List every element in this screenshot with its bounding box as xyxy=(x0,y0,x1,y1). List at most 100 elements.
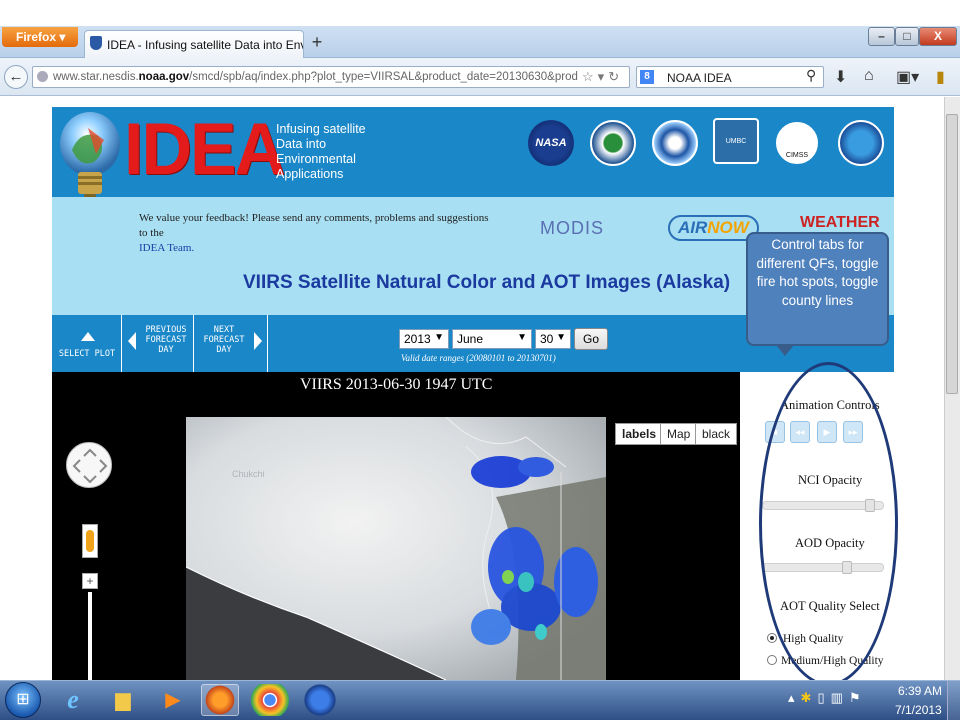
airnow-logo-now: NOW xyxy=(707,218,749,237)
next-label-line: DAY xyxy=(216,345,232,355)
maximize-button[interactable]: □ xyxy=(895,27,919,46)
back-arrow-icon: ← xyxy=(8,68,24,85)
go-button[interactable]: Go xyxy=(574,328,608,350)
show-desktop-button[interactable] xyxy=(947,681,960,720)
firefox-taskbar-icon[interactable] xyxy=(201,684,239,716)
black-toggle[interactable]: black xyxy=(695,423,738,445)
tray-arrow-icon[interactable]: ▴ xyxy=(788,690,801,705)
back-button[interactable]: ← xyxy=(4,65,28,89)
previous-forecast-day-button[interactable]: PREVIOUS FORECAST DAY xyxy=(122,315,194,372)
search-text: NOAA IDEA xyxy=(667,71,732,85)
noaa-logo-icon[interactable] xyxy=(652,120,698,166)
media-player-icon[interactable]: ▶ xyxy=(154,684,192,716)
dropdown-arrow-icon: ▼ xyxy=(517,332,527,343)
url-host-prefix: www.star.nesdis. xyxy=(53,71,139,83)
day-select[interactable]: 30 ▼ xyxy=(535,329,571,349)
airnow-logo[interactable]: AIRNOW xyxy=(668,215,759,241)
search-icon[interactable]: ⚲ xyxy=(806,67,816,84)
tab-idea[interactable]: IDEA - Infusing satellite Data into Envi… xyxy=(84,30,304,58)
medium-high-quality-radio[interactable] xyxy=(767,655,777,665)
umbc-logo-icon[interactable]: UMBC xyxy=(713,118,759,164)
start-button[interactable]: ⊞ xyxy=(5,682,41,718)
nasa-logo-icon[interactable]: NASA xyxy=(528,120,574,166)
tagline-line: Data into xyxy=(276,137,327,151)
flag-tray-icon[interactable]: ⚑ xyxy=(849,690,867,705)
airnow-logo-air: AIR xyxy=(678,218,708,237)
right-arrow-icon xyxy=(254,332,262,350)
next-label-line: FORECAST xyxy=(203,335,245,345)
thunderbird-taskbar-icon[interactable] xyxy=(301,684,339,716)
file-explorer-icon[interactable]: ▆ xyxy=(104,684,142,716)
weather-partner-logo[interactable]: WEATHER xyxy=(800,214,880,232)
firefox-menu-button[interactable]: Firefox ▾ xyxy=(2,27,78,47)
month-select[interactable]: June ▼ xyxy=(452,329,532,349)
bookmark-star-icon[interactable]: ☆ xyxy=(582,69,598,84)
year-select[interactable]: 2013 ▼ xyxy=(399,329,449,349)
network-tray-icon[interactable]: ▥ xyxy=(831,690,849,705)
modis-logo[interactable]: MODIS xyxy=(540,218,604,239)
left-arrow-icon xyxy=(128,332,136,350)
feedback-message: We value your feedback! Please send any … xyxy=(139,211,489,256)
pan-control[interactable] xyxy=(66,442,112,488)
street-view-pegman-icon[interactable] xyxy=(82,524,98,558)
epa-logo-icon[interactable] xyxy=(590,120,636,166)
feedback-text: We value your feedback! Please send any … xyxy=(139,212,489,239)
url-actions: ☆▾↻ xyxy=(578,69,624,85)
globe-icon xyxy=(37,71,48,82)
cimss-logo-icon[interactable]: CIMSS xyxy=(774,120,820,166)
map-place-label: Chukchi xyxy=(232,469,265,479)
url-host: noaa.gov xyxy=(138,71,190,83)
history-dropdown-icon[interactable]: ▾ xyxy=(598,69,609,84)
clock-date[interactable]: 7/1/2013 xyxy=(895,703,942,717)
prev-label-line: FORECAST xyxy=(145,335,187,345)
high-quality-radio[interactable] xyxy=(767,633,777,643)
scrollbar-thumb[interactable] xyxy=(946,114,958,394)
url-bar[interactable]: www.star.nesdis.noaa.gov/smcd/spb/aq/ind… xyxy=(32,66,630,88)
google-search-engine-icon[interactable]: 8 xyxy=(640,70,654,84)
dropdown-arrow-icon: ▼ xyxy=(434,332,444,343)
labels-toggle[interactable]: labels xyxy=(615,423,664,445)
map-toggle[interactable]: Map xyxy=(660,423,698,445)
dropdown-arrow-icon: ▼ xyxy=(556,332,566,343)
chrome-taskbar-icon[interactable] xyxy=(251,684,289,716)
up-arrow-icon xyxy=(81,332,95,341)
idea-logo-text: IDEA xyxy=(124,108,285,190)
satellite-image[interactable]: Chukchi xyxy=(186,417,606,680)
minimize-button[interactable]: – xyxy=(868,27,895,46)
annotation-callout: Control tabs for different QFs, toggle f… xyxy=(746,232,889,346)
firefox-menu-label: Firefox xyxy=(16,30,57,44)
clock-time[interactable]: 6:39 AM xyxy=(898,684,942,698)
next-label-line: NEXT xyxy=(213,325,235,335)
system-tray: ▴✱▯▥⚑ xyxy=(788,690,867,706)
prev-label-line: PREVIOUS xyxy=(145,325,187,335)
search-bar[interactable]: NOAA IDEA xyxy=(636,66,824,88)
device-tray-icon[interactable]: ▯ xyxy=(817,690,830,705)
new-tab-button[interactable]: + xyxy=(306,32,328,54)
month-value: June xyxy=(457,332,484,346)
callout-pointer xyxy=(776,345,794,356)
idea-team-link[interactable]: IDEA Team. xyxy=(139,242,194,254)
zoom-slider[interactable] xyxy=(88,592,92,680)
url-path: /smcd/spb/aq/index.php?plot_type=VIIRSAL… xyxy=(189,71,622,83)
select-plot-label: SELECT PLOT xyxy=(58,349,116,359)
close-button[interactable]: X xyxy=(919,27,957,46)
zoom-in-button[interactable]: + xyxy=(82,573,98,589)
bookmarks-icon[interactable]: ▮ xyxy=(936,67,945,87)
reload-icon[interactable]: ↻ xyxy=(608,69,623,84)
addon-menu-icon[interactable]: ▣▾ xyxy=(896,67,919,87)
map-title: VIIRS 2013-06-30 1947 UTC xyxy=(300,376,493,393)
page-title: VIIRS Satellite Natural Color and AOT Im… xyxy=(243,272,731,293)
tab-title: IDEA - Infusing satellite Data into Envi… xyxy=(107,38,303,52)
home-icon[interactable]: ⌂ xyxy=(864,67,874,85)
windows-logo-icon: ⊞ xyxy=(16,691,30,708)
day-value: 30 xyxy=(540,332,554,346)
nesdis-logo-icon[interactable] xyxy=(838,120,884,166)
window-top xyxy=(0,0,960,26)
prev-label-line: DAY xyxy=(158,345,174,355)
select-plot-button[interactable]: SELECT PLOT xyxy=(52,315,122,372)
internet-explorer-icon[interactable]: e xyxy=(54,684,92,716)
idea-tagline: Infusing satellite Data into Environment… xyxy=(276,122,366,182)
download-icon[interactable]: ⬇ xyxy=(834,67,847,87)
snowflake-tray-icon[interactable]: ✱ xyxy=(801,690,818,705)
next-forecast-day-button[interactable]: NEXT FORECAST DAY xyxy=(194,315,268,372)
